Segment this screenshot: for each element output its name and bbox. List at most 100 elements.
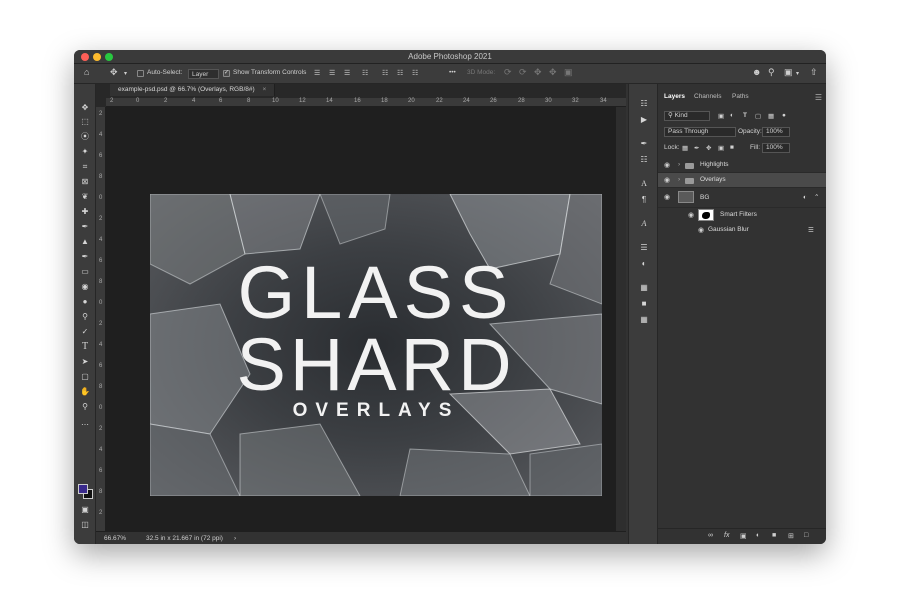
hand-tool-icon[interactable]: ✋ <box>79 386 91 398</box>
history-brush-tool-icon[interactable]: ✒ <box>79 251 91 263</box>
glyphs-icon[interactable]: A <box>638 218 650 230</box>
clone-stamp-tool-icon[interactable]: ▲ <box>79 236 91 248</box>
tab-paths[interactable]: Paths <box>732 93 749 100</box>
opacity-input[interactable]: 100% <box>762 127 790 137</box>
expand-chevron-icon[interactable]: › <box>678 161 680 168</box>
edit-toolbar-icon[interactable]: ⋯ <box>79 419 91 431</box>
auto-select-checkbox[interactable] <box>137 70 144 77</box>
workspace-icon[interactable]: ▣ <box>784 67 793 78</box>
eraser-tool-icon[interactable]: ▭ <box>79 266 91 278</box>
3d-pan-icon[interactable]: ✥ <box>534 67 542 78</box>
search-icon[interactable]: ⚲ <box>768 67 775 78</box>
vertical-scrollbar[interactable] <box>616 107 626 531</box>
filter-shape-icon[interactable]: ▢ <box>755 112 761 120</box>
character-icon[interactable]: A <box>638 178 650 190</box>
swatches-icon[interactable]: ▦ <box>638 282 650 294</box>
share-icon[interactable]: ⇧ <box>810 67 818 78</box>
close-tab-icon[interactable]: × <box>262 86 266 93</box>
home-icon[interactable]: ⌂ <box>84 67 89 77</box>
visibility-eye-icon[interactable]: ◉ <box>664 193 670 201</box>
lock-transparent-icon[interactable]: ▦ <box>682 144 688 152</box>
document-tab[interactable]: example-psd.psd @ 66.7% (Overlays, RGB/8… <box>110 84 276 96</box>
lock-image-icon[interactable]: ✒ <box>694 144 699 152</box>
trash-icon[interactable]: □ <box>804 532 808 539</box>
3d-roll-icon[interactable]: ⟳ <box>519 67 527 78</box>
align-left-icon[interactable]: ☰ <box>314 69 320 77</box>
collapse-chevron-icon[interactable]: ⌃ <box>814 193 819 201</box>
rectangle-tool-icon[interactable]: ▢ <box>79 371 91 383</box>
fill-input[interactable]: 100% <box>762 143 790 153</box>
filter-type-icon[interactable]: T <box>743 112 747 119</box>
align-bottom-icon[interactable]: ☷ <box>397 69 403 77</box>
blend-mode-dropdown[interactable]: Pass Through <box>664 127 736 137</box>
filter-smart-object-icon[interactable]: ▦ <box>768 112 774 120</box>
brush-settings-icon[interactable]: ✒ <box>638 138 650 150</box>
foreground-color-swatch[interactable] <box>78 484 88 494</box>
type-tool-icon[interactable]: T <box>79 341 91 353</box>
visibility-eye-icon[interactable]: ◉ <box>664 176 670 184</box>
healing-brush-tool-icon[interactable]: ✚ <box>79 206 91 218</box>
pasteboard[interactable]: GLASS SHARD OVERLAYS <box>106 107 616 531</box>
show-transform-checkbox[interactable] <box>223 69 230 77</box>
play-actions-icon[interactable]: ▶ <box>638 114 650 126</box>
filter-options-icon[interactable]: ☰ <box>808 226 814 234</box>
chevron-down-icon[interactable]: ▾ <box>124 70 127 77</box>
panel-menu-icon[interactable]: ☰ <box>815 93 822 102</box>
align-center-icon[interactable]: ☰ <box>329 69 335 77</box>
3d-scale-icon[interactable]: ▣ <box>564 67 573 78</box>
3d-slide-icon[interactable]: ✥ <box>549 67 557 78</box>
lasso-tool-icon[interactable]: ⦿ <box>79 131 91 143</box>
zoom-tool-icon[interactable]: ⚲ <box>79 401 91 413</box>
brush-tool-icon[interactable]: ✒ <box>79 221 91 233</box>
status-menu-arrow[interactable]: › <box>234 535 236 542</box>
tab-channels[interactable]: Channels <box>694 93 721 100</box>
blur-tool-icon[interactable]: ● <box>79 296 91 308</box>
screen-mode-icon[interactable]: ◫ <box>79 519 91 531</box>
expand-chevron-icon[interactable]: › <box>678 176 680 183</box>
visibility-eye-icon[interactable]: ◉ <box>698 226 704 234</box>
artwork-canvas[interactable]: GLASS SHARD OVERLAYS <box>150 194 602 496</box>
patterns-icon[interactable]: ▦ <box>638 314 650 326</box>
magic-wand-tool-icon[interactable]: ✦ <box>79 146 91 158</box>
path-selection-tool-icon[interactable]: ➤ <box>79 356 91 368</box>
crop-tool-icon[interactable]: ⌗ <box>79 161 91 173</box>
filter-toggle-icon[interactable]: ● <box>782 112 786 119</box>
workspace-chevron-icon[interactable]: ▾ <box>796 70 799 77</box>
zoom-level[interactable]: 66.67% <box>104 535 126 542</box>
pen-tool-icon[interactable]: ✓ <box>79 326 91 338</box>
mask-icon[interactable]: ▣ <box>740 532 747 540</box>
paint-bucket-tool-icon[interactable]: ◉ <box>79 281 91 293</box>
new-layer-icon[interactable]: ⊞ <box>788 532 794 540</box>
link-icon[interactable]: ∞ <box>708 532 713 539</box>
lock-artboard-icon[interactable]: ▣ <box>718 144 724 152</box>
gradients-icon[interactable]: ■ <box>638 298 650 310</box>
distribute-icon[interactable]: ☷ <box>412 69 418 77</box>
dodge-tool-icon[interactable]: ⚲ <box>79 311 91 323</box>
smart-filters-row[interactable]: ◉ Smart Filters <box>658 208 826 224</box>
user-icon[interactable]: ☻ <box>752 67 761 77</box>
adjustment-icon[interactable]: ◐ <box>756 532 760 539</box>
visibility-eye-icon[interactable]: ◉ <box>664 161 670 169</box>
filter-kind-dropdown[interactable]: ⚲ Kind <box>664 111 710 121</box>
move-icon[interactable]: ✥ <box>110 67 118 78</box>
frame-tool-icon[interactable]: ⊠ <box>79 176 91 188</box>
layer-row-overlays[interactable]: ◉ › Overlays <box>658 173 826 188</box>
marquee-tool-icon[interactable]: ⬚ <box>79 116 91 128</box>
adjust-icon[interactable]: ☷ <box>638 154 650 166</box>
layer-row-bg[interactable]: ◉ BG ◐ ⌃ <box>658 188 826 208</box>
fx-icon[interactable]: fx <box>724 532 729 539</box>
align-top-icon[interactable]: ☷ <box>362 69 368 77</box>
align-middle-icon[interactable]: ☷ <box>382 69 388 77</box>
3d-orbit-icon[interactable]: ⟳ <box>504 67 512 78</box>
more-options-button[interactable]: ••• <box>449 69 456 76</box>
adjustments-icon[interactable]: ◐ <box>638 258 650 270</box>
quick-mask-icon[interactable]: ▣ <box>79 504 91 516</box>
filter-row-gaussian-blur[interactable]: ◉ Gaussian Blur ☰ <box>658 224 826 237</box>
group-icon[interactable]: ■ <box>772 532 776 539</box>
lock-position-icon[interactable]: ✥ <box>706 144 711 152</box>
properties-icon[interactable]: ☰ <box>638 242 650 254</box>
filter-pixel-icon[interactable]: ▣ <box>718 112 724 120</box>
visibility-eye-icon[interactable]: ◉ <box>688 211 694 219</box>
history-icon[interactable]: ☷ <box>638 98 650 110</box>
auto-select-dropdown[interactable]: Layer <box>188 69 220 79</box>
